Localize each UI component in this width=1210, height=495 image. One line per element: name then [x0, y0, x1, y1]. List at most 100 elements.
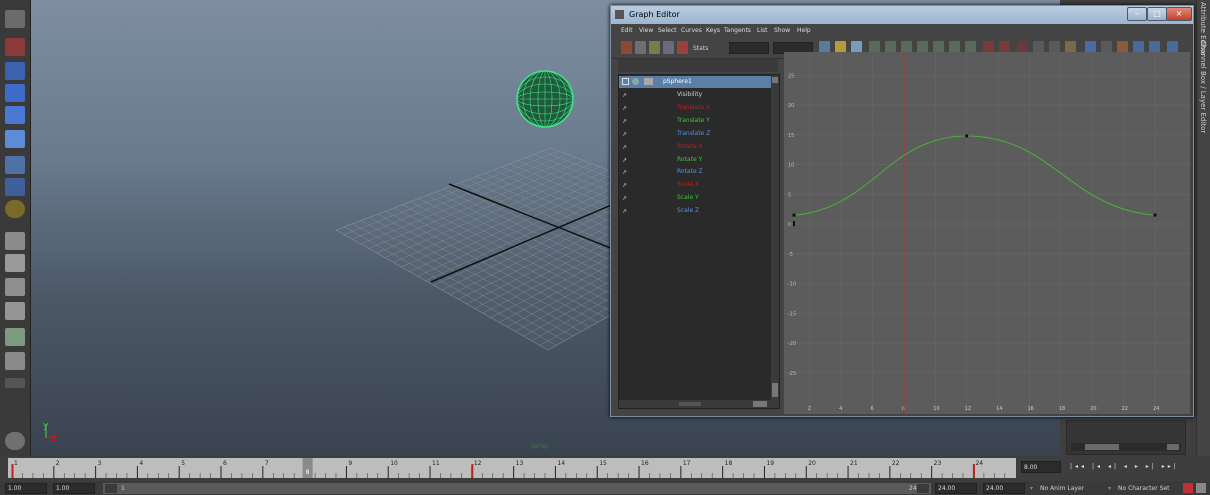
hypershade-layout-icon[interactable] — [5, 328, 25, 346]
scroll-up-arrow[interactable] — [772, 77, 778, 83]
graph-view[interactable]: 2520151050-5-10-15-20-252468101214161820… — [784, 52, 1190, 414]
playback-end-field[interactable]: 24.00 — [935, 483, 977, 494]
start-time-field[interactable]: 1.00 — [5, 483, 47, 494]
sphere-object[interactable] — [516, 70, 574, 128]
outliner-layout-icon[interactable] — [5, 278, 25, 296]
timeline-key-marker[interactable] — [972, 464, 975, 478]
timeline-key-marker[interactable] — [11, 464, 14, 478]
timeline-frame-label: 21 — [850, 460, 858, 467]
current-frame-field[interactable]: 8.00 — [1021, 461, 1061, 473]
show-manipulator-icon[interactable] — [5, 200, 25, 218]
channel-box-tab[interactable]: Channel Box / Layer Editor — [1199, 40, 1207, 133]
anim-layer-arrow[interactable]: ▾ — [1030, 485, 1033, 492]
menu-edit[interactable]: Edit — [621, 27, 633, 34]
auto-key-icon[interactable] — [1183, 483, 1193, 493]
outliner-channel-row[interactable]: ↗ Scale X — [619, 179, 779, 191]
outliner-object-row[interactable]: pSphere1 — [619, 76, 779, 88]
menu-show[interactable]: Show — [774, 27, 790, 34]
step-back-button[interactable]: |◂ — [1092, 463, 1103, 470]
range-start-handle[interactable] — [105, 484, 117, 493]
select-tool-icon[interactable] — [5, 10, 25, 28]
keyframe-point[interactable] — [792, 213, 796, 217]
outliner-channel-row[interactable]: ↗ Translate Z — [619, 128, 779, 140]
scale-tool-icon[interactable] — [5, 130, 25, 148]
timeline-frame-label: 11 — [432, 460, 440, 467]
menu-select[interactable]: Select — [658, 27, 677, 34]
outliner-channel-row[interactable]: ↗ Translate Y — [619, 115, 779, 127]
time-slider[interactable]: 1234567891011121314151617181920212223248… — [0, 456, 1210, 481]
graph-editor-titlebar[interactable]: Graph Editor – □ × — [611, 6, 1193, 24]
menu-keys[interactable]: Keys — [706, 27, 720, 34]
hscroll-arrows[interactable] — [753, 401, 767, 407]
anim-layer-selector[interactable]: No Anim Layer — [1040, 485, 1084, 492]
outliner-channel-row[interactable]: ↗ Translate X — [619, 102, 779, 114]
keyframe-point[interactable] — [1153, 213, 1157, 217]
outliner-channel-row[interactable]: ↗ Rotate Z — [619, 166, 779, 178]
prev-key-button[interactable]: ◂| — [1108, 463, 1119, 470]
next-key-button[interactable]: ▸| — [1146, 463, 1157, 470]
playback-start-field[interactable]: 1.00 — [53, 483, 95, 494]
graph-editor-window[interactable]: Graph Editor – □ × Edit View Select Curv… — [610, 5, 1194, 417]
graph-layout-icon[interactable] — [5, 302, 25, 320]
insert-key-tool-icon[interactable] — [635, 41, 646, 54]
expand-collapse-icon[interactable] — [622, 78, 629, 85]
play-backward-button[interactable]: ◂ — [1124, 463, 1130, 470]
add-key-tool-icon[interactable] — [649, 41, 660, 54]
outliner-channel-row[interactable]: ↗ Rotate Y — [619, 154, 779, 166]
manipulator-tool-icon[interactable] — [5, 156, 25, 174]
timeline-frame-label: 2 — [56, 460, 60, 467]
go-to-end-button[interactable]: ▸▸| — [1162, 463, 1179, 470]
dock-scroll-arrows[interactable] — [1167, 444, 1179, 450]
anim-prefs-icon[interactable] — [1196, 483, 1206, 493]
axis-x-label: x — [51, 435, 57, 445]
outliner-channel-row[interactable]: ↗ Visibility — [619, 89, 779, 101]
menu-view[interactable]: View — [639, 27, 653, 34]
region-tool-icon[interactable] — [677, 41, 688, 54]
range-end-handle[interactable] — [917, 484, 929, 493]
go-to-start-button[interactable]: |◂◂ — [1070, 463, 1087, 470]
menu-tangents[interactable]: Tangents — [724, 27, 751, 34]
menu-curves[interactable]: Curves — [681, 27, 702, 34]
dock-scrollbar[interactable] — [1071, 443, 1181, 451]
range-start-label: 1 — [121, 485, 125, 492]
outliner-channel-label: Scale Z — [677, 207, 700, 215]
range-slider[interactable]: 1 24 — [103, 483, 931, 494]
soft-mod-tool-icon[interactable] — [5, 178, 25, 196]
rotate-tool-icon[interactable] — [5, 106, 25, 124]
animation-curve[interactable] — [793, 135, 1156, 216]
time-slider-track[interactable] — [8, 458, 1016, 478]
maximize-button[interactable]: □ — [1147, 7, 1167, 21]
keyframe-point[interactable] — [965, 134, 969, 138]
minimize-button[interactable]: – — [1127, 7, 1147, 21]
lattice-deform-icon[interactable] — [663, 41, 674, 54]
scroll-down-arrow[interactable] — [772, 383, 778, 397]
outliner-channel-row[interactable]: ↗ Scale Y — [619, 192, 779, 204]
four-pane-layout-icon[interactable] — [5, 254, 25, 272]
end-time-field[interactable]: 24.00 — [983, 483, 1025, 494]
outliner-channel-row[interactable]: ↗ Rotate X — [619, 141, 779, 153]
outliner-vscroll[interactable] — [771, 75, 779, 408]
character-set-selector[interactable]: No Character Set — [1118, 485, 1169, 492]
curve-graph[interactable]: 2520151050-5-10-15-20-252468101214161820… — [784, 52, 1190, 414]
menu-list[interactable]: List — [757, 27, 768, 34]
outliner-channel-row[interactable]: ↗ Scale Z — [619, 205, 779, 217]
tangent-handle[interactable] — [793, 221, 795, 227]
move-key-tool-icon[interactable] — [621, 41, 632, 54]
close-button[interactable]: × — [1166, 7, 1192, 21]
timeline-key-marker[interactable] — [471, 464, 474, 478]
lasso-tool-icon[interactable] — [5, 38, 25, 56]
single-pane-layout-icon[interactable] — [5, 232, 25, 250]
channel-key-icon: ↗ — [622, 117, 628, 125]
outliner-filter-field[interactable] — [618, 59, 778, 72]
time-slider-ruler[interactable]: 1234567891011121314151617181920212223248 — [0, 456, 1016, 481]
dock-scroll-thumb[interactable] — [1085, 444, 1119, 450]
stats-time-field[interactable] — [729, 42, 769, 54]
paint-tool-icon[interactable] — [5, 62, 25, 80]
custom-layout-icon[interactable] — [5, 352, 25, 370]
character-set-arrow[interactable]: ▾ — [1108, 485, 1111, 492]
outliner-hscroll[interactable] — [619, 400, 771, 408]
play-forward-button[interactable]: ▸ — [1135, 463, 1141, 470]
hscroll-thumb[interactable] — [679, 402, 701, 406]
menu-help[interactable]: Help — [797, 27, 811, 34]
move-tool-icon[interactable] — [5, 84, 25, 102]
